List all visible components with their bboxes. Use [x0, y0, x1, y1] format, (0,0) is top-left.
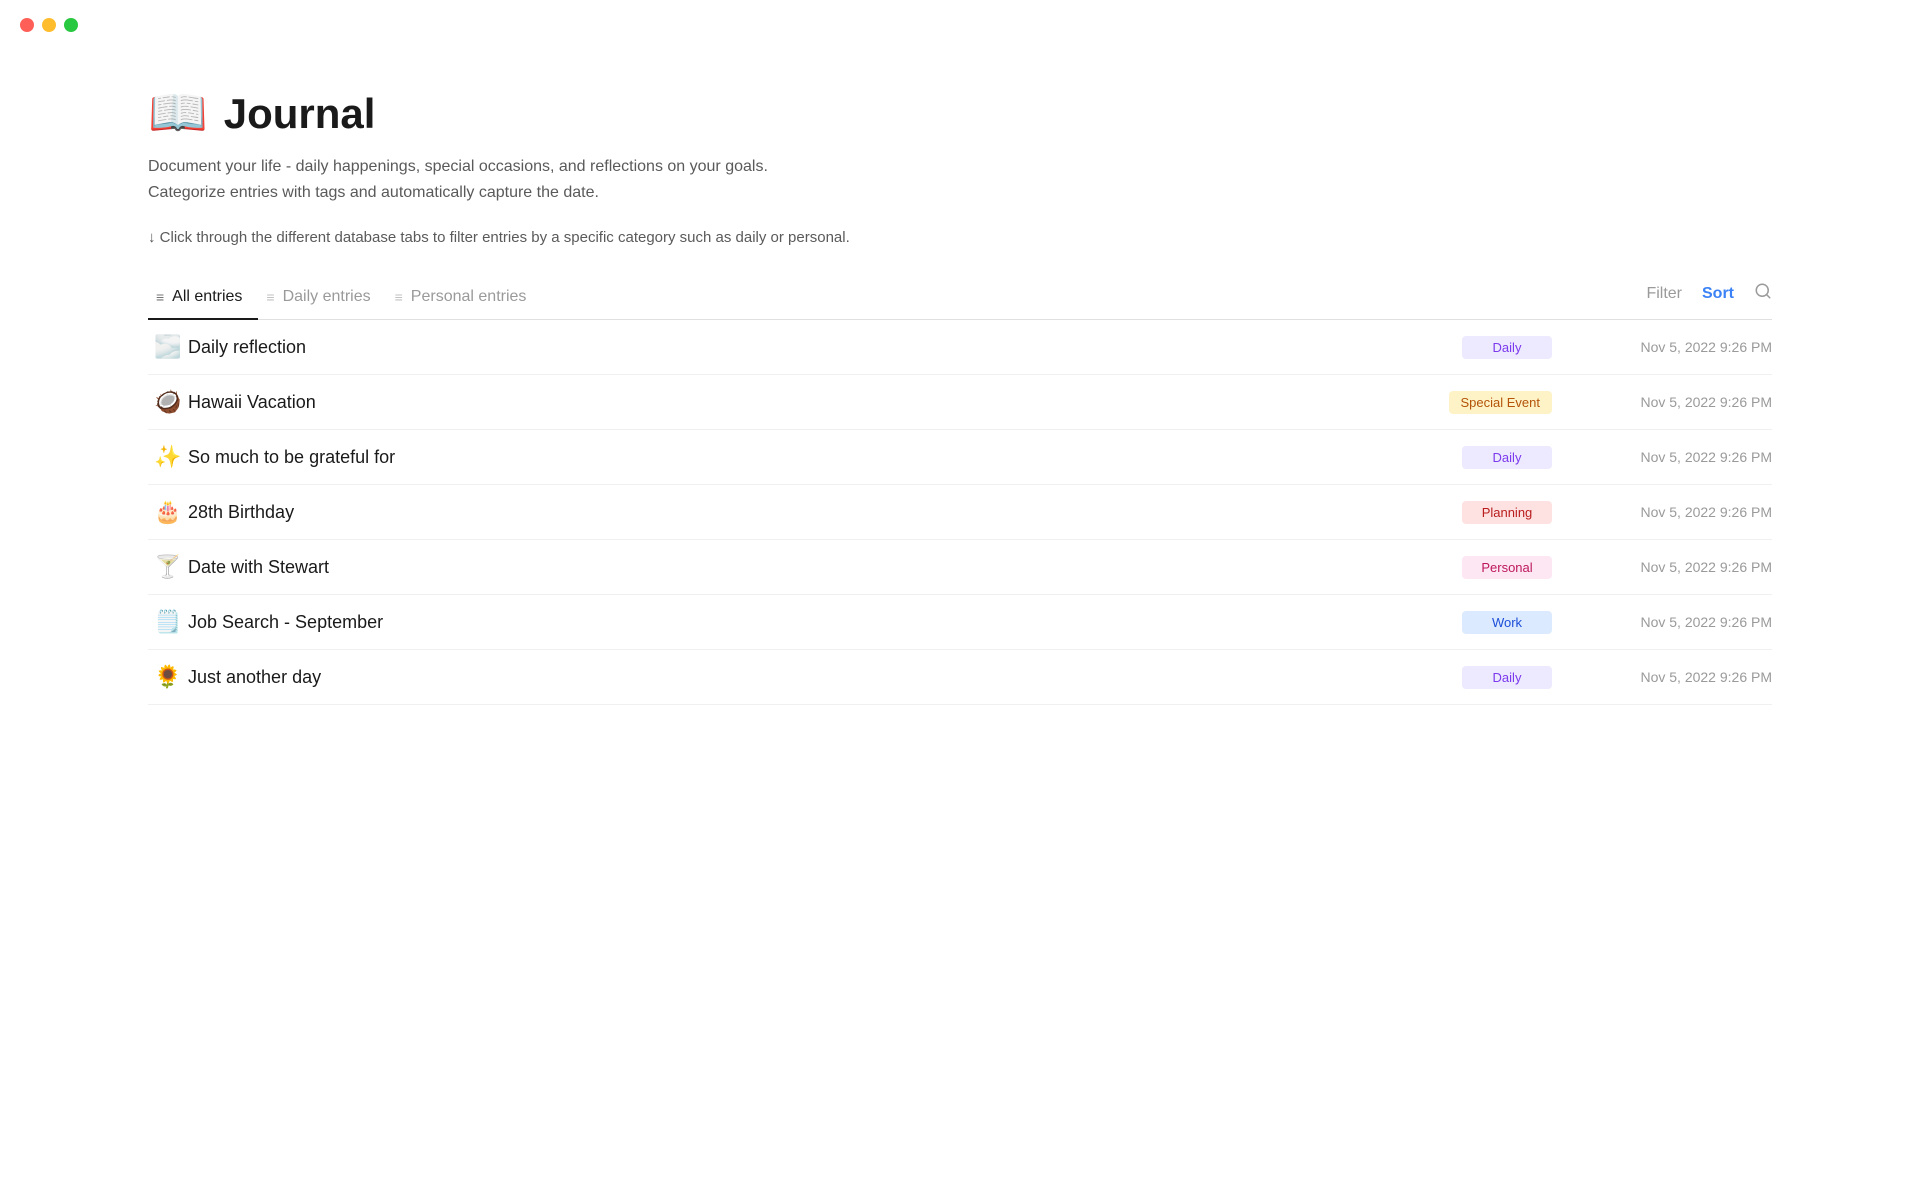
sort-button[interactable]: Sort — [1702, 285, 1734, 303]
maximize-button[interactable] — [64, 18, 78, 32]
tab-personal-icon: ≡ — [395, 289, 403, 305]
page-title: Journal — [224, 90, 376, 138]
entry-date: Nov 5, 2022 9:26 PM — [1592, 669, 1772, 685]
table-row[interactable]: 🍸 Date with Stewart Personal Nov 5, 2022… — [148, 540, 1772, 595]
entry-tag: Personal — [1462, 556, 1552, 579]
entry-title: Just another day — [188, 667, 1462, 688]
description-line1: Document your life - daily happenings, s… — [148, 154, 1772, 180]
table-row[interactable]: 🌫️ Daily reflection Daily Nov 5, 2022 9:… — [148, 320, 1772, 375]
tab-personal-label: Personal entries — [411, 288, 527, 306]
tab-all-label: All entries — [172, 288, 242, 306]
entry-title: Date with Stewart — [188, 557, 1462, 578]
entry-emoji: 🥥 — [148, 389, 188, 415]
entry-tag: Special Event — [1449, 391, 1553, 414]
tab-daily-label: Daily entries — [283, 288, 371, 306]
entry-title: Hawaii Vacation — [188, 392, 1449, 413]
tabs-bar: ≡ All entries ≡ Daily entries ≡ Personal… — [148, 278, 1772, 320]
entry-date: Nov 5, 2022 9:26 PM — [1592, 449, 1772, 465]
entry-title: So much to be grateful for — [188, 447, 1462, 468]
search-button[interactable] — [1754, 282, 1772, 305]
entry-date: Nov 5, 2022 9:26 PM — [1592, 559, 1772, 575]
entry-emoji: 🍸 — [148, 554, 188, 580]
entry-date: Nov 5, 2022 9:26 PM — [1592, 394, 1772, 410]
table-row[interactable]: ✨ So much to be grateful for Daily Nov 5… — [148, 430, 1772, 485]
table-row[interactable]: 🌻 Just another day Daily Nov 5, 2022 9:2… — [148, 650, 1772, 705]
titlebar — [0, 0, 1920, 50]
entries-list: 🌫️ Daily reflection Daily Nov 5, 2022 9:… — [148, 320, 1772, 705]
table-row[interactable]: 🥥 Hawaii Vacation Special Event Nov 5, 2… — [148, 375, 1772, 430]
tabs-left: ≡ All entries ≡ Daily entries ≡ Personal… — [148, 278, 1646, 319]
filter-button[interactable]: Filter — [1646, 285, 1682, 303]
tab-personal-entries[interactable]: ≡ Personal entries — [387, 278, 543, 320]
page-header: 📖 Journal — [148, 90, 1772, 138]
entry-emoji: 🎂 — [148, 499, 188, 525]
entry-emoji: 🗒️ — [148, 609, 188, 635]
tab-daily-entries[interactable]: ≡ Daily entries — [258, 278, 386, 320]
entry-emoji: ✨ — [148, 444, 188, 470]
entry-title: 28th Birthday — [188, 502, 1462, 523]
entry-title: Job Search - September — [188, 612, 1462, 633]
page-icon: 📖 — [148, 90, 208, 138]
tab-all-entries[interactable]: ≡ All entries — [148, 278, 258, 320]
entry-date: Nov 5, 2022 9:26 PM — [1592, 339, 1772, 355]
entry-date: Nov 5, 2022 9:26 PM — [1592, 614, 1772, 630]
tabs-right: Filter Sort — [1646, 282, 1772, 315]
minimize-button[interactable] — [42, 18, 56, 32]
table-row[interactable]: 🎂 28th Birthday Planning Nov 5, 2022 9:2… — [148, 485, 1772, 540]
entry-tag: Planning — [1462, 501, 1552, 524]
tab-all-icon: ≡ — [156, 289, 164, 305]
page-hint: ↓ Click through the different database t… — [148, 229, 1772, 246]
close-button[interactable] — [20, 18, 34, 32]
entry-emoji: 🌻 — [148, 664, 188, 690]
entry-emoji: 🌫️ — [148, 334, 188, 360]
page-description: Document your life - daily happenings, s… — [148, 154, 1772, 205]
entry-title: Daily reflection — [188, 337, 1462, 358]
entry-tag: Daily — [1462, 336, 1552, 359]
tab-daily-icon: ≡ — [266, 289, 274, 305]
entry-tag: Work — [1462, 611, 1552, 634]
entry-tag: Daily — [1462, 446, 1552, 469]
description-line2: Categorize entries with tags and automat… — [148, 180, 1772, 206]
table-row[interactable]: 🗒️ Job Search - September Work Nov 5, 20… — [148, 595, 1772, 650]
main-content: 📖 Journal Document your life - daily hap… — [0, 50, 1920, 745]
entry-date: Nov 5, 2022 9:26 PM — [1592, 504, 1772, 520]
entry-tag: Daily — [1462, 666, 1552, 689]
